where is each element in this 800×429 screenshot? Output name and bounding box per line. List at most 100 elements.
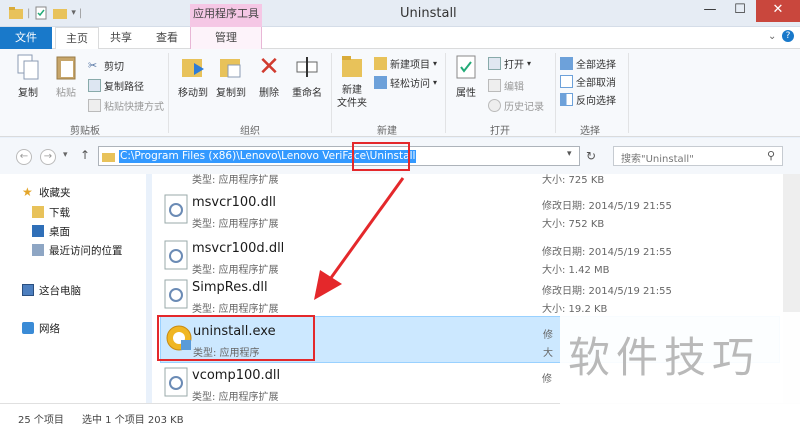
group-label-open: 打开	[490, 126, 510, 137]
delete-button[interactable]: ✕ 删除	[254, 52, 284, 99]
file-name: SimpRes.dll	[192, 280, 268, 295]
up-arrow-icon[interactable]: ↑	[80, 148, 90, 162]
file-modified: 修改日期: 2014/5/19 21:55	[542, 247, 672, 258]
nav-desktop[interactable]: 桌面	[32, 223, 70, 239]
tab-view[interactable]: 查看	[146, 27, 188, 49]
minimize-button[interactable]: —	[695, 0, 725, 22]
nav-network[interactable]: 网络	[22, 320, 60, 336]
copy-path-icon	[88, 78, 101, 92]
file-size: 大	[543, 348, 553, 359]
open-button[interactable]: 打开 ▾	[488, 55, 531, 71]
ribbon-collapse-icon[interactable]: ⌄	[768, 31, 776, 42]
download-icon	[32, 206, 44, 218]
new-item-label: 新建项目	[390, 59, 430, 71]
file-name: msvcr100.dll	[192, 195, 277, 210]
nav-favorites-label: 收藏夹	[39, 186, 71, 199]
list-item[interactable]: msvcr100.dll 类型: 应用程序扩展 修改日期: 2014/5/19 …	[160, 188, 780, 235]
list-item[interactable]: 类型: 应用程序扩展 大小: 725 KB	[160, 162, 780, 186]
group-label-select: 选择	[580, 126, 600, 137]
file-highlight-box	[157, 315, 315, 361]
tab-manage[interactable]: 管理	[190, 27, 262, 49]
new-folder-icon	[338, 53, 366, 81]
edit-button[interactable]: 编辑	[488, 77, 524, 93]
open-label: 打开	[504, 59, 524, 71]
file-size: 大小: 725 KB	[542, 175, 605, 186]
file-type: 类型: 应用程序扩展	[192, 175, 279, 186]
tab-share[interactable]: 共享	[100, 27, 142, 49]
invert-selection-label: 反向选择	[576, 95, 616, 107]
easy-access-icon	[374, 75, 387, 89]
quick-access-toolbar: | ▾ |	[8, 4, 82, 22]
tab-home[interactable]: 主页	[55, 27, 99, 50]
move-to-button[interactable]: 移动到	[174, 53, 212, 99]
copy-path-button[interactable]: 复制路径	[88, 77, 144, 93]
select-all-button[interactable]: 全部选择	[560, 55, 616, 71]
properties-icon	[452, 53, 480, 81]
new-item-button[interactable]: 新建项目 ▾	[374, 55, 437, 71]
address-dropdown-icon[interactable]: ▾	[567, 149, 572, 159]
new-folder-icon[interactable]	[52, 5, 68, 21]
ribbon: 复制 粘贴 ✂ 剪切 复制路径 粘贴快捷方式 剪贴板 移动到 复制到 ✕ 删除 重…	[0, 49, 800, 137]
move-to-icon	[179, 53, 207, 81]
copy-to-label: 复制到	[216, 88, 246, 99]
paste-button[interactable]: 粘贴	[48, 53, 84, 99]
watermark: 软件技巧	[560, 312, 800, 404]
select-none-button[interactable]: 全部取消	[560, 73, 616, 89]
ribbon-separator	[168, 53, 169, 133]
file-type: 类型: 应用程序扩展	[192, 392, 279, 403]
invert-selection-button[interactable]: 反向选择	[560, 91, 616, 107]
refresh-icon[interactable]: ↻	[586, 149, 596, 163]
rename-button[interactable]: 重命名	[287, 53, 327, 99]
delete-label: 删除	[259, 88, 279, 99]
paste-shortcut-button[interactable]: 粘贴快捷方式	[88, 97, 164, 113]
file-size: 大小: 752 KB	[542, 219, 605, 230]
scissors-icon: ✂	[88, 58, 98, 72]
file-name: msvcr100d.dll	[192, 241, 285, 256]
dll-file-icon	[164, 279, 190, 311]
properties-button[interactable]: 属性	[450, 53, 482, 99]
recent-locations-icon[interactable]: ▾	[63, 150, 68, 160]
status-selected: 选中 1 个项目 203 KB	[82, 415, 184, 426]
history-button[interactable]: 历史记录	[488, 97, 544, 113]
maximize-button[interactable]: ☐	[725, 0, 755, 22]
cut-button[interactable]: ✂ 剪切	[88, 57, 124, 73]
window-title: Uninstall	[400, 6, 457, 21]
file-modified: 修	[543, 330, 553, 341]
new-folder-button[interactable]: 新建 文件夹	[334, 53, 370, 110]
move-to-label: 移动到	[178, 88, 208, 99]
dll-file-icon	[164, 194, 190, 226]
nav-this-pc[interactable]: 这台电脑	[22, 282, 81, 298]
paste-shortcut-icon	[88, 98, 101, 112]
nav-favorites[interactable]: ★ 收藏夹	[22, 184, 71, 200]
copy-to-button[interactable]: 复制到	[212, 53, 250, 99]
delete-icon: ✕	[258, 52, 280, 82]
folder-icon	[8, 5, 24, 21]
paste-shortcut-label: 粘贴快捷方式	[104, 101, 164, 113]
group-label-clipboard: 剪贴板	[70, 126, 100, 137]
nav-this-pc-label: 这台电脑	[39, 284, 81, 297]
ribbon-separator	[331, 53, 332, 133]
copy-button[interactable]: 复制	[10, 53, 46, 99]
nav-network-label: 网络	[39, 322, 60, 335]
search-icon[interactable]: ⚲	[767, 149, 775, 162]
nav-downloads[interactable]: 下载	[32, 204, 70, 220]
close-button[interactable]: ✕	[756, 0, 800, 22]
file-modified: 修改日期: 2014/5/19 21:55	[542, 286, 672, 297]
back-button[interactable]: ←	[16, 149, 32, 165]
edit-label: 编辑	[504, 81, 524, 93]
tab-file[interactable]: 文件	[0, 27, 52, 49]
context-tab-group-label: 应用程序工具	[190, 4, 262, 27]
copy-icon	[14, 53, 42, 81]
title-bar: | ▾ | 应用程序工具 Uninstall — ☐ ✕	[0, 0, 800, 27]
properties-icon[interactable]	[33, 5, 49, 21]
new-folder-label: 新建 文件夹	[337, 85, 367, 109]
help-icon[interactable]: ?	[782, 30, 794, 42]
nav-recent[interactable]: 最近访问的位置	[32, 242, 123, 258]
ribbon-separator	[445, 53, 446, 133]
forward-button[interactable]: →	[40, 149, 56, 165]
desktop-icon	[32, 225, 44, 237]
qa-dropdown-icon[interactable]: ▾	[71, 8, 76, 18]
dll-file-icon	[164, 240, 190, 272]
easy-access-button[interactable]: 轻松访问 ▾	[374, 74, 437, 90]
rename-icon	[293, 53, 321, 81]
